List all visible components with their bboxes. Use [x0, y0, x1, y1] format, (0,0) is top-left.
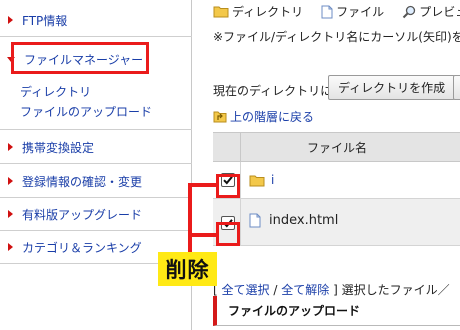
- file-manager-highlight-box: [11, 42, 149, 74]
- sidebar-item-label: 有料版アップグレード: [22, 207, 143, 222]
- sidebar-item-label: FTP情報: [22, 13, 68, 28]
- file-icon: [249, 213, 261, 228]
- sidebar-item-paid-upgrade[interactable]: 有料版アップグレード: [0, 198, 192, 231]
- upload-section-heading: ファイルのアップロード: [213, 296, 460, 326]
- file-icon: [321, 5, 333, 18]
- sidebar-submenu: ディレクトリ ファイルのアップロード: [0, 78, 192, 130]
- annotation-bracket-vertical: [188, 183, 192, 253]
- table-row: index.html: [213, 199, 460, 246]
- annotation-bracket-top: [188, 183, 218, 187]
- icon-legend: ディレクトリ ファイル プレビュ: [213, 3, 460, 20]
- legend-preview: プレビュ: [402, 3, 460, 20]
- delete-annotation-label: 削除: [158, 252, 217, 286]
- legend-file-label: ファイル: [336, 5, 385, 19]
- file-table: ファイル名 i index.html: [213, 132, 460, 246]
- checkbox-column-header: [213, 133, 241, 161]
- next-toolbar-button[interactable]: [453, 75, 460, 100]
- parent-directory-link-label: 上の階層に戻る: [230, 110, 315, 124]
- file-name-cell: index.html: [249, 213, 338, 228]
- selected-files-text: 選択したファイル／: [341, 283, 450, 297]
- deselect-all-link[interactable]: 全て解除: [281, 283, 329, 297]
- arrow-right-icon: [8, 143, 13, 151]
- folder-icon: [249, 175, 265, 186]
- file-name[interactable]: index.html: [269, 213, 338, 228]
- separator: /: [273, 283, 278, 297]
- parent-directory-link[interactable]: 上の階層に戻る: [213, 108, 314, 125]
- arrow-right-icon: [8, 210, 13, 218]
- table-row: i: [213, 162, 460, 199]
- sidebar-item-ftp-info[interactable]: FTP情報: [0, 4, 192, 37]
- create-directory-button[interactable]: ディレクトリを作成: [328, 75, 456, 100]
- bracket-close: ]: [333, 283, 338, 297]
- arrow-right-icon: [8, 243, 13, 251]
- table-header: ファイル名: [213, 132, 460, 162]
- directory-link[interactable]: i: [271, 173, 274, 187]
- arrow-right-icon: [8, 16, 13, 24]
- legend-preview-label: プレビュ: [419, 5, 460, 19]
- legend-directory-label: ディレクトリ: [232, 5, 304, 19]
- main-content: ディレクトリ ファイル プレビュ ※ファイル/ディレクトリ名にカーソル(矢印)を…: [193, 0, 460, 330]
- sidebar-item-mobile-conversion[interactable]: 携帯変換設定: [0, 131, 192, 164]
- instruction-note: ※ファイル/ディレクトリ名にカーソル(矢印)をの: [213, 30, 460, 44]
- sidebar-subitem-upload[interactable]: ファイルのアップロード: [20, 103, 152, 120]
- sidebar-item-label: 携帯変換設定: [22, 140, 95, 155]
- magnifier-icon: [402, 5, 416, 18]
- legend-file: ファイル: [321, 3, 384, 20]
- sidebar-item-account-info[interactable]: 登録情報の確認・変更: [0, 165, 192, 198]
- current-directory-label: 現在のディレクトリに: [213, 84, 333, 98]
- annotation-checkbox-highlight-1: [216, 174, 240, 198]
- file-name-cell: i: [249, 173, 274, 187]
- folder-up-icon: [213, 111, 227, 123]
- legend-directory: ディレクトリ: [213, 3, 303, 20]
- sidebar-item-label: 登録情報の確認・変更: [22, 174, 143, 189]
- filename-column-header: ファイル名: [306, 140, 367, 155]
- arrow-right-icon: [8, 177, 13, 185]
- folder-icon: [213, 6, 229, 18]
- select-all-link[interactable]: 全て選択: [222, 283, 270, 297]
- annotation-checkbox-highlight-2: [216, 222, 240, 246]
- annotation-bracket-bottom: [188, 233, 218, 237]
- sidebar-subitem-directory[interactable]: ディレクトリ: [20, 83, 91, 100]
- sidebar-item-label: カテゴリ＆ランキング: [22, 240, 142, 255]
